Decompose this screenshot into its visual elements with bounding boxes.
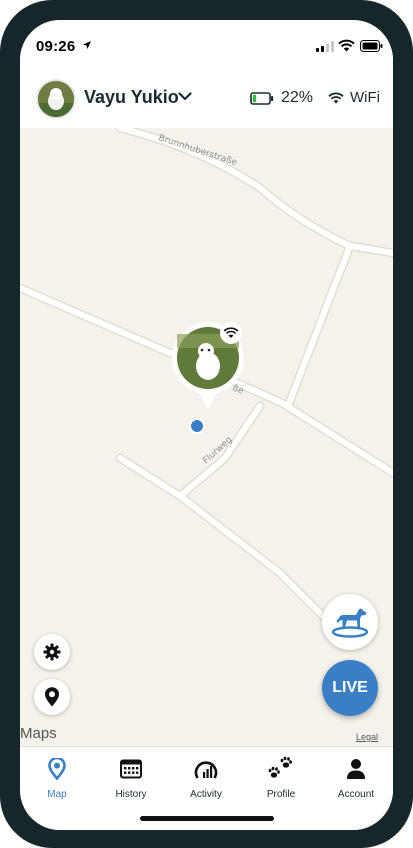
tracker-battery-icon	[250, 92, 274, 105]
activity-gauge-icon	[194, 761, 218, 779]
dog-center-button[interactable]	[322, 594, 378, 650]
tab-activity-label: Activity	[190, 789, 222, 800]
legal-link[interactable]: Legal	[356, 732, 378, 742]
gps-dot	[189, 418, 205, 434]
maps-attribution-text: Maps	[20, 725, 57, 742]
tab-profile-label: Profile	[266, 789, 296, 800]
tab-history-label: History	[115, 789, 147, 800]
status-bar: 09:26	[20, 20, 393, 68]
app-header: Vayu Yukio 22% WiFi	[20, 68, 393, 128]
wifi-icon	[328, 92, 344, 104]
location-pin-icon	[45, 687, 59, 707]
tab-map-label: Map	[47, 789, 67, 800]
location-arrow-icon	[83, 41, 91, 49]
tab-profile[interactable]: Profile	[244, 755, 318, 800]
person-icon	[347, 759, 365, 779]
tab-history[interactable]: History	[94, 755, 168, 800]
dog-name[interactable]: Vayu Yukio	[84, 87, 179, 108]
dog-icon	[331, 608, 369, 638]
chevron-down-icon[interactable]	[178, 92, 192, 101]
tab-account[interactable]: Account	[319, 755, 393, 800]
map-view[interactable]: Brunnhuberstraße Flurweg ße	[20, 123, 393, 746]
live-tracking-button[interactable]: LIVE	[322, 660, 378, 716]
mute-switch	[0, 120, 3, 150]
tab-activity[interactable]: Activity	[169, 755, 243, 800]
paw-icon	[268, 756, 292, 778]
home-indicator	[140, 816, 274, 821]
volume-down-button	[0, 238, 3, 294]
maps-attribution[interactable]: Maps	[20, 725, 57, 742]
signal-icon	[316, 41, 334, 52]
gear-icon	[43, 643, 61, 661]
tab-account-label: Account	[337, 789, 375, 800]
connection-label: WiFi	[350, 89, 380, 106]
locate-button[interactable]	[34, 679, 70, 715]
tab-map[interactable]: Map	[20, 755, 94, 800]
status-battery-icon	[360, 40, 383, 52]
calendar-icon	[120, 759, 142, 779]
status-time: 09:26	[36, 38, 76, 55]
volume-up-button	[0, 168, 3, 224]
settings-button[interactable]	[34, 634, 70, 670]
battery-percent: 22%	[281, 89, 314, 106]
map-pin-icon	[48, 758, 66, 780]
map-canvas[interactable]: Brunnhuberstraße Flurweg ße	[20, 123, 393, 746]
screen: 09:26 Vayu Yukio 22% WiFi Brunnhuberstra…	[20, 20, 393, 830]
wifi-status-icon	[338, 39, 355, 52]
dog-avatar[interactable]	[36, 79, 76, 119]
